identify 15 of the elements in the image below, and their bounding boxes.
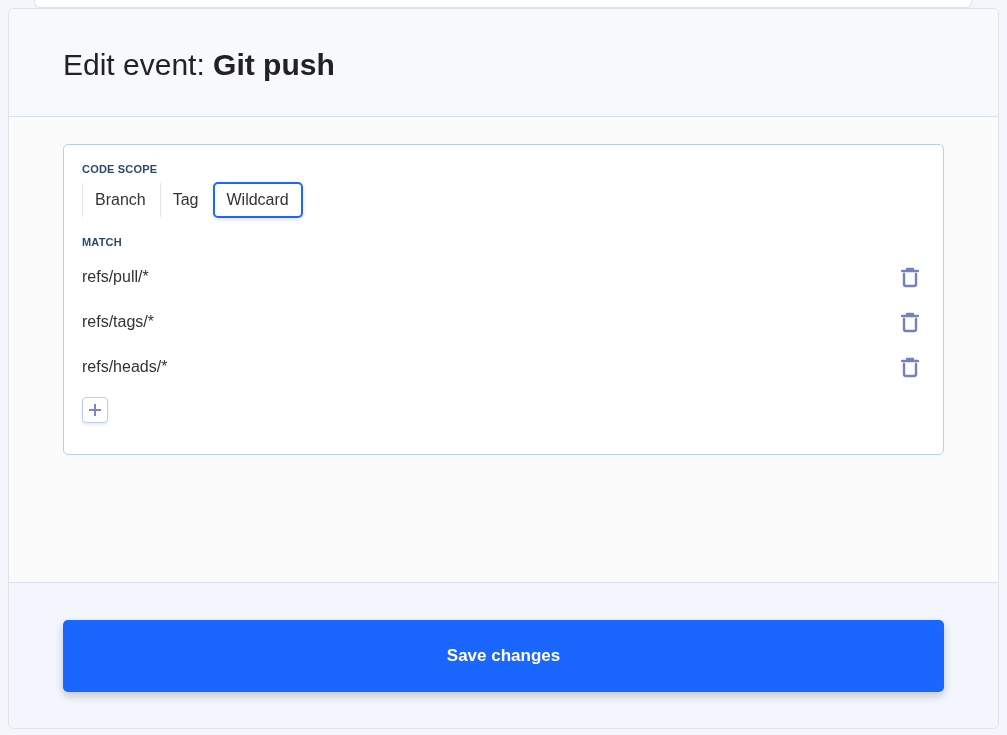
plus-icon <box>88 403 102 417</box>
trash-icon <box>901 310 919 333</box>
scope-tab[interactable]: Branch <box>82 181 160 218</box>
save-button[interactable]: Save changes <box>63 620 944 692</box>
scope-tab[interactable]: Tag <box>159 181 213 218</box>
add-button[interactable] <box>82 397 108 423</box>
scope-tab[interactable]: Wildcard <box>212 181 303 218</box>
trash-icon <box>901 355 919 378</box>
page-title: Edit event: Git push <box>63 46 335 83</box>
match-pattern: refs/pull/* <box>82 266 149 287</box>
match-pattern: refs/tags/* <box>82 311 155 332</box>
match-pattern: refs/heads/* <box>82 356 168 377</box>
section-label: MATCH <box>82 234 123 250</box>
section-label: CODE SCOPE <box>82 162 159 177</box>
trash-icon <box>901 265 919 288</box>
